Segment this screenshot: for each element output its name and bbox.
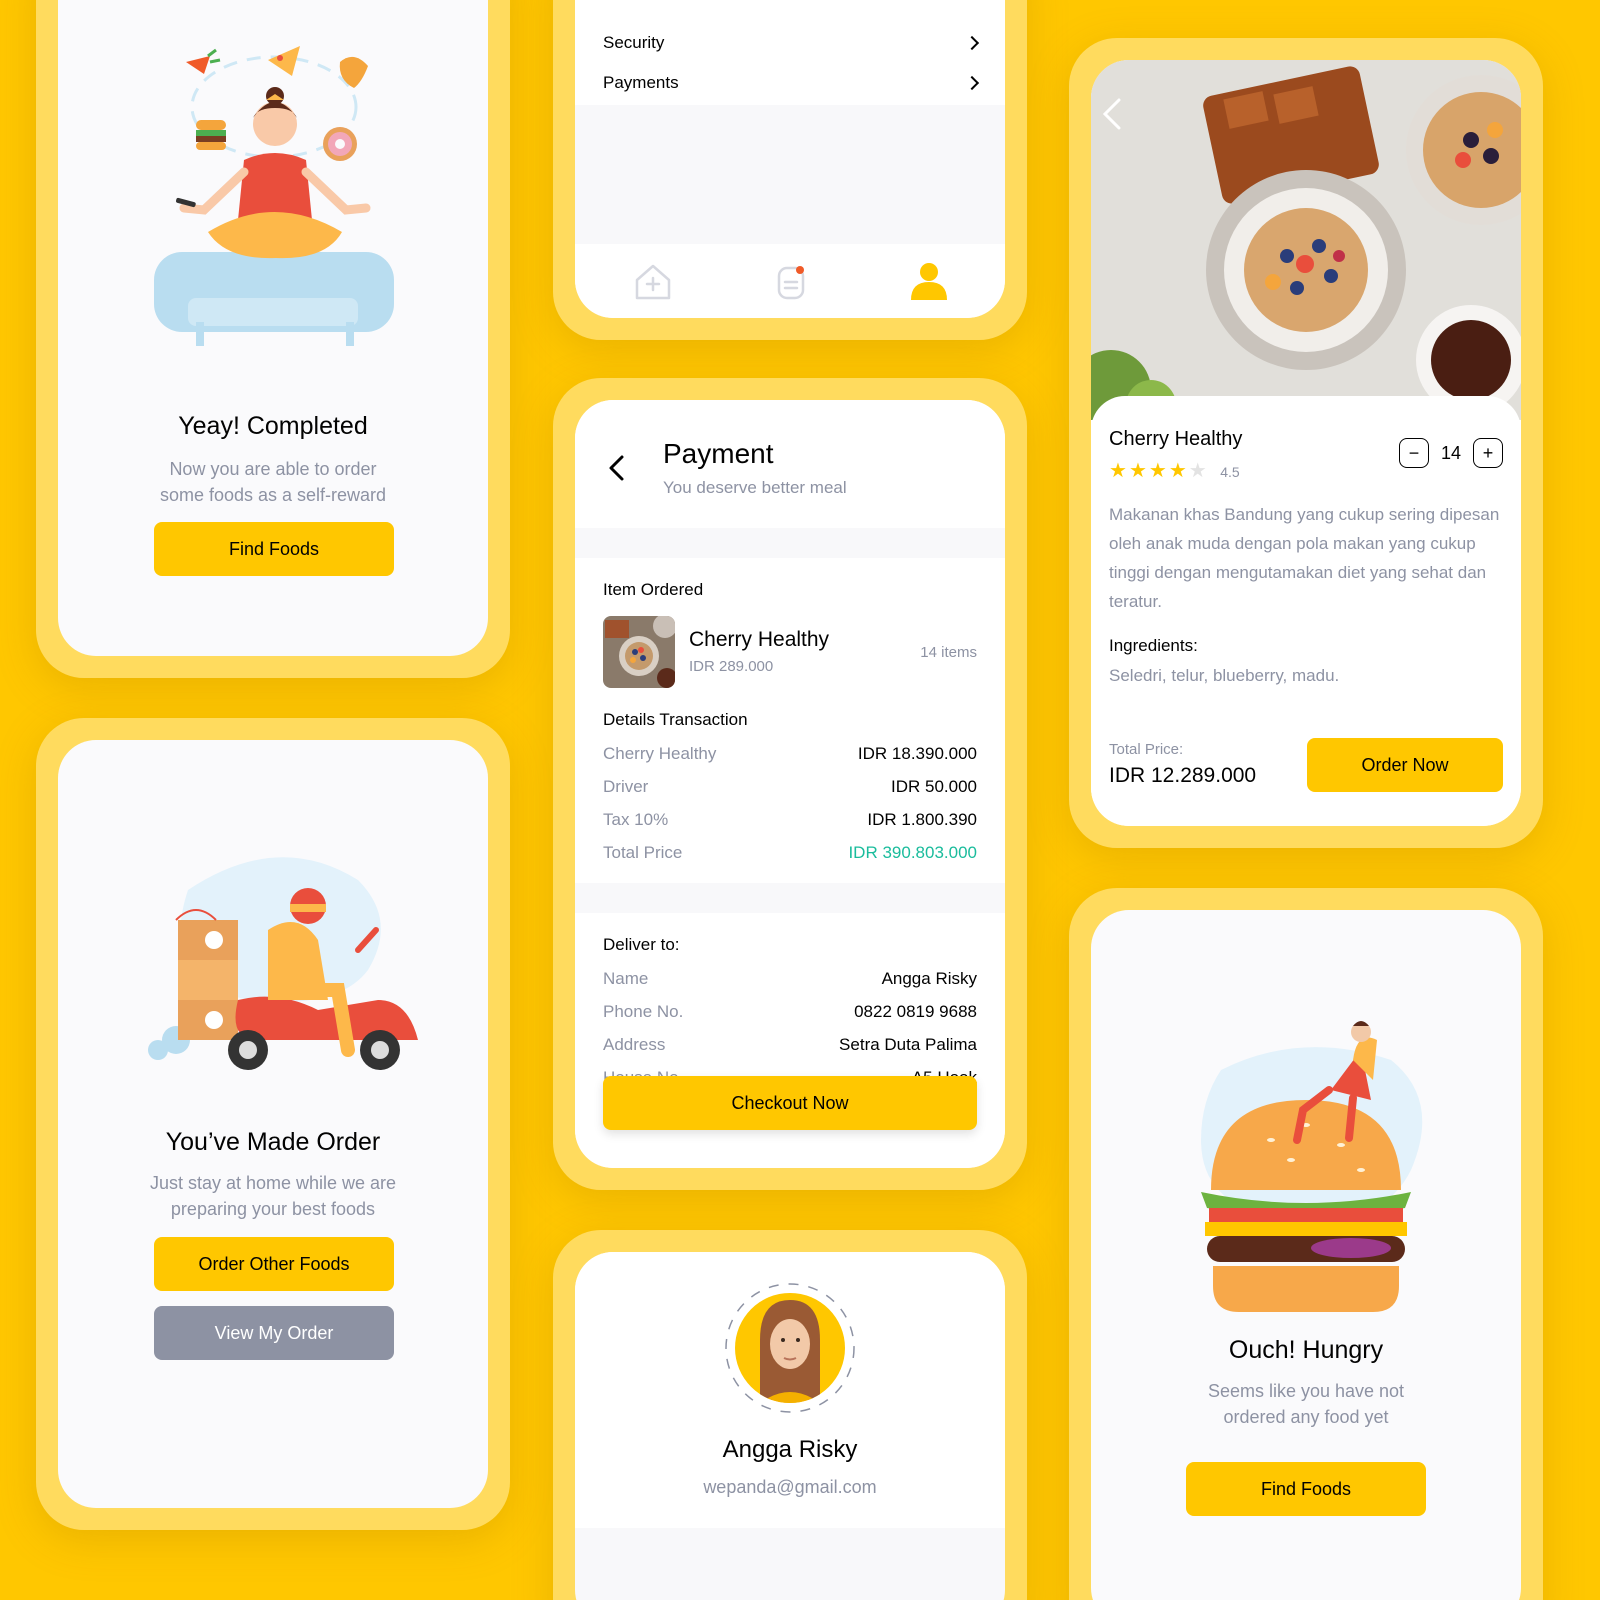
detail-value: IDR 18.390.000: [857, 744, 977, 763]
view-my-order-button[interactable]: View My Order: [154, 1306, 394, 1360]
completed-subtitle-line1: Now you are able to order: [169, 459, 377, 479]
deliver-value: 0822 0819 9688: [854, 1002, 977, 1021]
detail-label: Tax 10%: [603, 810, 669, 829]
detail-value: IDR 50.000: [891, 777, 977, 796]
hungry-screen: Ouch! Hungry Seems like you have not ord…: [1091, 910, 1521, 1600]
made-order-subtitle-line2: preparing your best foods: [170, 1199, 376, 1219]
detail-row-total: Total Price IDR 390.803.000: [603, 843, 977, 863]
profile-header: Angga Risky wepanda@gmail.com: [575, 1252, 1005, 1528]
rating-value: 4.5: [1220, 464, 1240, 480]
hungry-subtitle-line1: Seems like you have not: [1207, 1381, 1405, 1401]
deliver-row: Phone No. 0822 0819 9688: [603, 1002, 977, 1022]
phone-completed: Yeay! Completed Now you are able to orde…: [36, 0, 510, 678]
detail-label: Total Price: [603, 843, 683, 862]
food-name: Cherry Healthy: [1109, 428, 1243, 450]
deliver-row: Name Angga Risky: [603, 969, 977, 989]
menu-item-label: Security: [603, 33, 665, 52]
star-icon: ★: [1109, 460, 1129, 482]
phone-food-detail: Cherry Healthy ★★★★★ 4.5 − 14 + Makanan …: [1069, 38, 1543, 848]
made-order-subtitle-line1: Just stay at home while we are: [149, 1173, 397, 1193]
star-icon: ★: [1148, 460, 1169, 482]
food-detail-screen: Cherry Healthy ★★★★★ 4.5 − 14 + Makanan …: [1091, 60, 1521, 826]
deliver-label: Phone No.: [603, 1002, 684, 1021]
phone-made-order: You’ve Made Order Just stay at home whil…: [36, 718, 510, 1530]
deliver-row: Address Setra Duta Palima: [603, 1035, 977, 1055]
phone-profile-menu: Security Payments: [553, 0, 1027, 340]
burger-illustration: [1201, 1021, 1423, 1312]
item-ordered-label: Item Ordered: [603, 580, 704, 599]
star-icon: ★: [1168, 460, 1189, 482]
minus-button[interactable]: −: [1398, 438, 1429, 468]
delivery-scooter-illustration: [148, 857, 418, 1070]
star-icon: ★: [1188, 460, 1209, 482]
detail-label: Driver: [603, 777, 649, 796]
order-now-button[interactable]: Order Now: [1307, 738, 1503, 792]
item-price: IDR 289.000: [689, 658, 774, 675]
quantity-value: 14: [1440, 442, 1461, 463]
meditating-woman-illustration: [154, 46, 394, 346]
completed-subtitle-line2: some foods as a self-reward: [159, 485, 387, 505]
profile-menu-screen: Security Payments: [575, 0, 1005, 318]
star-icon: ★: [1128, 460, 1149, 482]
menu-item-label: Payments: [603, 73, 679, 92]
profile-name: Angga Risky: [722, 1436, 858, 1463]
back-arrow-icon[interactable]: [605, 453, 629, 483]
page-title: Payment: [663, 438, 774, 469]
completed-title: Yeay! Completed: [178, 412, 368, 440]
plus-button[interactable]: +: [1473, 438, 1503, 468]
total-price-label: Total Price:: [1109, 741, 1184, 758]
phone-hungry: Ouch! Hungry Seems like you have not ord…: [1069, 888, 1543, 1600]
find-foods-button[interactable]: Find Foods: [154, 522, 394, 576]
detail-row: Driver IDR 50.000: [603, 777, 977, 797]
item-name: Cherry Healthy: [689, 628, 830, 651]
completed-screen: Yeay! Completed Now you are able to orde…: [58, 0, 488, 656]
quantity-stepper: − 14 +: [1398, 438, 1503, 468]
order-icon[interactable]: [771, 262, 811, 302]
chevron-right-icon: [964, 35, 980, 51]
menu-list: Security Payments: [575, 0, 1005, 105]
phone-payment: Payment You deserve better meal Item Ord…: [553, 378, 1027, 1190]
deliver-label: Name: [603, 969, 649, 988]
ingredients-value: Seledri, telur, blueberry, madu.: [1109, 666, 1340, 685]
made-order-title: You’ve Made Order: [165, 1128, 381, 1156]
find-foods-button[interactable]: Find Foods: [1186, 1462, 1426, 1516]
detail-content: Cherry Healthy ★★★★★ 4.5 − 14 + Makanan …: [1091, 396, 1521, 826]
rating-stars: ★★★★★ 4.5: [1109, 458, 1240, 483]
profile-email: wepanda@gmail.com: [703, 1477, 877, 1497]
phone-profile: Angga Risky wepanda@gmail.com: [553, 1230, 1027, 1600]
chevron-right-icon: [964, 75, 980, 91]
total-price-value: IDR 390.803.000: [848, 843, 977, 862]
avatar: [725, 1283, 855, 1413]
menu-item-payments[interactable]: Payments: [603, 68, 980, 98]
page-subtitle: You deserve better meal: [663, 478, 847, 497]
deliver-value: Setra Duta Palima: [839, 1035, 977, 1054]
detail-label: Cherry Healthy: [603, 744, 717, 763]
deliver-value: Angga Risky: [881, 969, 977, 988]
detail-row: Cherry Healthy IDR 18.390.000: [603, 744, 977, 764]
deliver-label: Address: [603, 1035, 666, 1054]
home-icon[interactable]: [633, 262, 673, 302]
deliver-to-label: Deliver to:: [603, 935, 680, 954]
menu-item-security[interactable]: Security: [603, 28, 980, 58]
hungry-title: Ouch! Hungry: [1228, 1336, 1384, 1364]
item-quantity: 14 items: [920, 644, 977, 661]
detail-value: IDR 1.800.390: [867, 810, 977, 829]
detail-row: Tax 10% IDR 1.800.390: [603, 810, 977, 830]
food-hero-image: [1091, 60, 1521, 420]
total-price-value: IDR 12.289.000: [1109, 764, 1257, 787]
profile-icon[interactable]: [907, 260, 951, 304]
profile-screen: Angga Risky wepanda@gmail.com: [575, 1252, 1005, 1600]
bottom-nav: [575, 244, 1005, 318]
payment-header: Payment You deserve better meal: [575, 400, 1005, 528]
details-transaction-label: Details Transaction: [603, 710, 748, 729]
payment-screen: Payment You deserve better meal Item Ord…: [575, 400, 1005, 1168]
hungry-subtitle-line2: ordered any food yet: [1223, 1407, 1389, 1427]
food-thumbnail: [603, 616, 675, 688]
ingredients-label: Ingredients:: [1109, 636, 1198, 655]
transaction-card: Item Ordered Cherry Healthy IDR 289.000 …: [575, 558, 1005, 883]
made-order-screen: You’ve Made Order Just stay at home whil…: [58, 740, 488, 1508]
food-description: Makanan khas Bandung yang cukup sering d…: [1109, 505, 1500, 611]
checkout-now-button[interactable]: Checkout Now: [603, 1076, 977, 1130]
order-other-foods-button[interactable]: Order Other Foods: [154, 1237, 394, 1291]
